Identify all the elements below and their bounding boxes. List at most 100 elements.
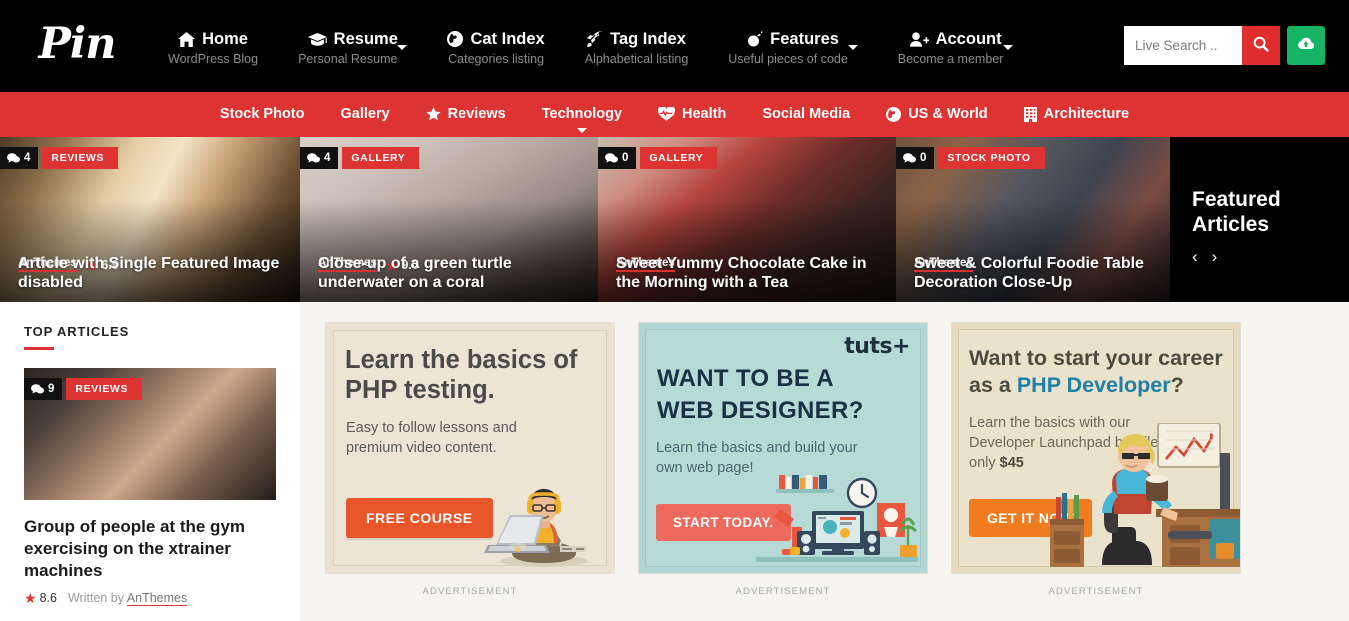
user-add-icon	[909, 31, 929, 47]
nav-item-account[interactable]: Account Become a member	[878, 28, 1034, 68]
nav-item-account-sub: Become a member	[897, 52, 1004, 66]
featured-card-title[interactable]: Sweet Yummy Chocolate Cake in the Mornin…	[616, 254, 880, 302]
star-icon	[426, 107, 441, 121]
category-architecture[interactable]: Architecture	[1006, 105, 1147, 123]
category-flag[interactable]: REVIEWS	[42, 147, 119, 169]
sidebar-article-meta: ★ 8.6 Written by AnThemes	[24, 590, 276, 606]
category-flag[interactable]: GALLERY	[640, 147, 719, 169]
category-gallery[interactable]: Gallery	[323, 105, 408, 123]
category-technology[interactable]: Technology	[524, 105, 640, 133]
comment-count: 4	[324, 152, 331, 164]
author-link[interactable]: AnThemes	[126, 591, 188, 606]
category-architecture-label: Architecture	[1043, 106, 1130, 122]
ad-brand-logo: tuts+	[844, 334, 910, 359]
chevron-down-icon	[847, 45, 858, 67]
star-icon: ★	[24, 590, 37, 606]
nav-item-cat-index-label: Cat Index	[470, 30, 545, 48]
slider-controls: ‹ ›	[1192, 248, 1349, 265]
nav-item-tag-index[interactable]: Tag Index Alphabetical listing	[565, 28, 709, 68]
web-designer-ad[interactable]: tuts+ WANT TO BE A WEB DESIGNER? Learn t…	[638, 322, 928, 574]
search-input[interactable]	[1124, 26, 1242, 65]
featured-card-badges: 0 STOCK PHOTO	[896, 147, 1046, 169]
cloud-upload-button[interactable]	[1287, 26, 1325, 65]
comment-count: 0	[622, 152, 629, 164]
featured-card[interactable]: 0 STOCK PHOTO AnThemes Sweet & Colorful …	[896, 137, 1170, 302]
category-social-media[interactable]: Social Media	[744, 105, 868, 123]
rating-value: 8.6	[39, 591, 57, 605]
featured-card-title[interactable]: Article with Single Featured Image disab…	[18, 254, 284, 302]
heading-underline	[24, 347, 54, 350]
category-technology-label: Technology	[541, 106, 623, 122]
category-stock-photo[interactable]: Stock Photo	[202, 105, 323, 123]
ad-headline-post: ?	[1170, 373, 1184, 397]
heartbeat-icon	[658, 107, 676, 121]
byline: Written by AnThemes	[67, 591, 188, 606]
rocket-icon	[587, 31, 603, 47]
ad-headline: Learn the basics of PHP testing.	[345, 346, 578, 404]
featured-card[interactable]: 4 REVIEWS AnThemes ★ 6.9 Article with Si…	[0, 137, 300, 302]
bomb-icon	[747, 31, 763, 47]
category-flag[interactable]: GALLERY	[342, 147, 421, 169]
php-developer-ad[interactable]: Want to start your career as a PHP Devel…	[951, 322, 1241, 574]
ad-cta-button[interactable]: FREE COURSE	[346, 498, 493, 538]
php-testing-ad[interactable]: Learn the basics of PHP testing. Easy to…	[325, 322, 615, 574]
nav-item-home[interactable]: Home WordPress Blog	[148, 28, 278, 68]
slider-prev-arrow-icon[interactable]: ‹	[1192, 248, 1198, 265]
comment-count-badge: 0	[598, 147, 637, 169]
category-stock-photo-label: Stock Photo	[219, 106, 305, 122]
category-gallery-label: Gallery	[340, 106, 390, 122]
ad-body-price: $45	[999, 455, 1024, 471]
nav-item-resume[interactable]: Resume Personal Resume	[278, 28, 427, 68]
category-health[interactable]: Health	[640, 105, 744, 123]
written-by-label: Written by	[67, 591, 124, 605]
ad-label: ADVERTISEMENT	[735, 586, 831, 597]
chevron-down-icon	[1003, 45, 1014, 67]
featured-panel: Featured Articles ‹ ›	[1170, 137, 1349, 302]
nav-item-features-label: Features	[770, 30, 839, 48]
ad-slot-2: tuts+ WANT TO BE A WEB DESIGNER? Learn t…	[638, 322, 928, 597]
ad-label: ADVERTISEMENT	[1048, 586, 1144, 597]
nav-item-tag-index-label: Tag Index	[610, 30, 686, 48]
category-social-media-label: Social Media	[762, 106, 851, 122]
nav-item-cat-index[interactable]: Cat Index Categories listing	[427, 28, 564, 68]
category-flag[interactable]: REVIEWS	[66, 378, 143, 400]
featured-card-badges: 0 GALLERY	[598, 147, 719, 169]
nav-item-home-sub: WordPress Blog	[168, 52, 259, 66]
ad-headline: Want to start your career as a PHP Devel…	[969, 345, 1224, 399]
featured-card-title[interactable]: Close-up of a green turtle underwater on…	[318, 254, 582, 302]
featured-card-title[interactable]: Sweet & Colorful Foodie Table Decoration…	[914, 254, 1154, 302]
comment-count: 9	[48, 383, 55, 395]
comment-count: 4	[24, 152, 31, 164]
cloud-upload-icon	[1297, 37, 1315, 54]
chevron-down-icon	[397, 45, 408, 67]
globe-icon	[447, 31, 464, 47]
category-us-world[interactable]: US & World	[868, 105, 1005, 123]
category-reviews[interactable]: Reviews	[408, 105, 524, 123]
category-navigation: Stock Photo Gallery Reviews Technology H…	[0, 92, 1349, 137]
site-logo[interactable]: Pin	[0, 19, 148, 69]
home-icon	[178, 31, 196, 47]
main-navigation: Home WordPress Blog Resume Personal Resu…	[148, 28, 1033, 68]
developer-at-desk-illustration	[1050, 423, 1240, 567]
slider-next-arrow-icon[interactable]: ›	[1212, 248, 1218, 265]
graduation-cap-icon	[307, 32, 327, 47]
featured-card-badges: 4 REVIEWS	[0, 147, 119, 169]
featured-card[interactable]: 0 GALLERY AnThemes Sweet Yummy Chocolate…	[598, 137, 896, 302]
site-header: Pin Home WordPress Blog Resume Personal …	[0, 0, 1349, 92]
nav-item-home-label: Home	[202, 30, 248, 48]
featured-card[interactable]: 4 GALLERY AnThemes ★ 9.0 Close-up of a g…	[300, 137, 598, 302]
sidebar-heading: TOP ARTICLES	[24, 324, 130, 339]
search-button[interactable]	[1242, 26, 1280, 65]
main-content: Learn the basics of PHP testing. Easy to…	[300, 302, 1349, 621]
nav-item-features[interactable]: Features Useful pieces of code	[708, 28, 878, 68]
nav-item-resume-label: Resume	[333, 30, 398, 48]
ad-body-text: Learn the basics and build your own web …	[656, 440, 858, 476]
comment-count-badge: 0	[896, 147, 935, 169]
flat-workspace-illustration	[756, 475, 918, 562]
ad-label: ADVERTISEMENT	[422, 586, 518, 597]
sidebar-article-thumbnail[interactable]: 9 REVIEWS	[24, 368, 276, 500]
sidebar-article-title[interactable]: Group of people at the gym exercising on…	[24, 516, 276, 582]
meditating-developer-illustration	[484, 489, 588, 567]
header-search-area	[1124, 26, 1325, 65]
category-flag[interactable]: STOCK PHOTO	[938, 147, 1046, 169]
